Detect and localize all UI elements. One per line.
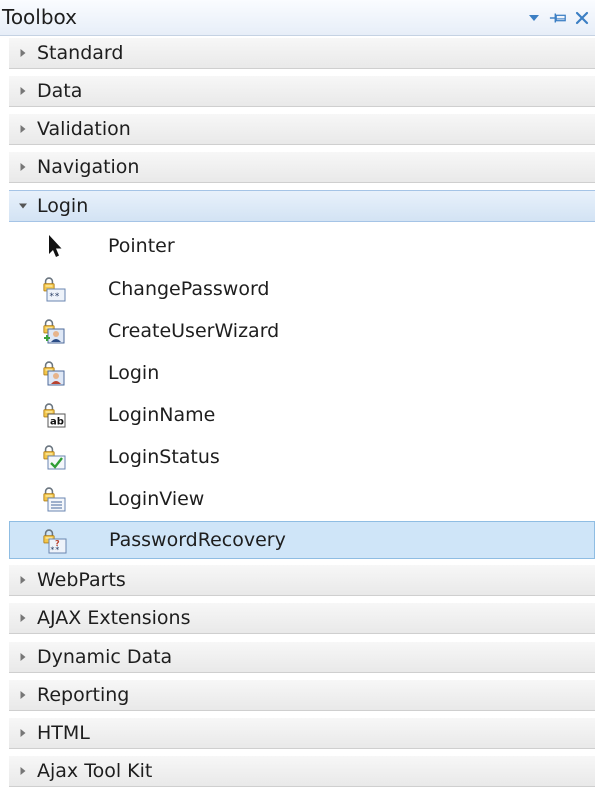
dropdown-arrow-icon[interactable]: [525, 9, 543, 27]
toolbox-item-passwordrecovery[interactable]: ? ** PasswordRecovery: [9, 521, 595, 559]
category-label: Validation: [37, 118, 131, 140]
category-label: Login: [37, 195, 89, 217]
expand-arrow-icon: [9, 113, 37, 145]
item-label: CreateUserWizard: [108, 320, 280, 342]
category-validation[interactable]: Validation: [9, 113, 595, 145]
pin-icon[interactable]: [549, 9, 567, 27]
category-label: WebParts: [37, 569, 126, 591]
svg-text:ab: ab: [50, 417, 64, 428]
login-control-icon: [39, 359, 69, 387]
title-bar[interactable]: Toolbox: [0, 0, 595, 36]
category-ajax-tool-kit[interactable]: Ajax Tool Kit: [9, 755, 595, 787]
category-reporting[interactable]: Reporting: [9, 679, 595, 711]
expand-arrow-icon: [9, 755, 37, 787]
pointer-arrow-icon: [39, 232, 69, 260]
expand-arrow-icon: [9, 679, 37, 711]
category-login[interactable]: Login: [9, 190, 595, 222]
category-html[interactable]: HTML: [9, 717, 595, 749]
category-data[interactable]: Data: [9, 75, 595, 107]
svg-text:**: **: [50, 546, 60, 555]
expand-arrow-icon: [9, 602, 37, 634]
login-view-icon: [39, 485, 69, 513]
expand-arrow-icon: [9, 75, 37, 107]
expand-arrow-icon: [9, 37, 37, 69]
category-dynamic-data[interactable]: Dynamic Data: [9, 641, 595, 673]
item-label: LoginView: [108, 488, 205, 510]
item-label: Pointer: [108, 235, 175, 257]
toolbox-item-loginview[interactable]: LoginView: [9, 480, 595, 518]
category-navigation[interactable]: Navigation: [9, 151, 595, 183]
category-label: Dynamic Data: [37, 646, 173, 668]
panel-title: Toolbox: [2, 5, 77, 29]
expand-arrow-icon: [9, 151, 37, 183]
expand-arrow-icon: [9, 564, 37, 596]
toolbox-item-createuserwizard[interactable]: CreateUserWizard: [9, 312, 595, 350]
change-password-icon: **: [39, 275, 69, 303]
category-standard[interactable]: Standard: [9, 37, 595, 69]
item-label: Login: [108, 362, 160, 384]
password-recovery-icon: ? **: [40, 527, 70, 555]
category-label: Ajax Tool Kit: [37, 760, 153, 782]
login-name-icon: ab: [39, 401, 69, 429]
toolbox-item-loginstatus[interactable]: LoginStatus: [9, 438, 595, 476]
category-label: AJAX Extensions: [37, 607, 191, 629]
category-ajax-extensions[interactable]: AJAX Extensions: [9, 602, 595, 634]
toolbox-item-login[interactable]: Login: [9, 354, 595, 392]
toolbox-panel: Toolbox Standard Data Validation Navigat…: [0, 0, 595, 787]
item-label: LoginName: [108, 404, 216, 426]
create-user-wizard-icon: [39, 317, 69, 345]
category-label: Data: [37, 80, 83, 102]
item-label: ChangePassword: [108, 278, 270, 300]
category-label: Standard: [37, 42, 124, 64]
item-label: LoginStatus: [108, 446, 220, 468]
toolbox-item-pointer[interactable]: Pointer: [9, 227, 595, 265]
title-buttons: [525, 6, 591, 30]
collapse-arrow-icon: [9, 190, 37, 222]
toolbox-item-loginname[interactable]: ab LoginName: [9, 396, 595, 434]
category-webparts[interactable]: WebParts: [9, 564, 595, 596]
toolbox-item-changepassword[interactable]: ** ChangePassword: [9, 270, 595, 308]
category-label: HTML: [37, 722, 90, 744]
svg-text:**: **: [49, 292, 60, 302]
category-label: Reporting: [37, 684, 130, 706]
close-icon[interactable]: [573, 9, 591, 27]
item-label: PasswordRecovery: [109, 529, 286, 551]
expand-arrow-icon: [9, 641, 37, 673]
category-label: Navigation: [37, 156, 140, 178]
expand-arrow-icon: [9, 717, 37, 749]
login-status-icon: [39, 443, 69, 471]
